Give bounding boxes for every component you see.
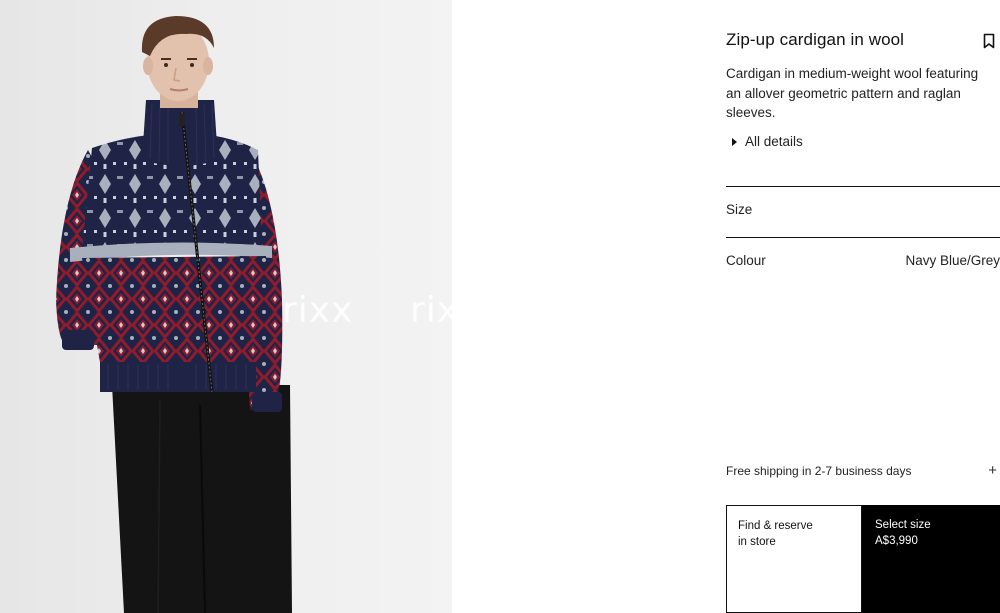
colour-value: Navy Blue/Grey [905,253,1000,268]
product-details-panel: Zip-up cardigan in wool Cardigan in medi… [726,0,1000,613]
caret-right-icon [732,137,737,146]
find-reserve-label: Find & reserve [738,520,813,532]
select-size-button[interactable]: Select size A$3,990 [862,505,1000,613]
size-selector[interactable]: Size [726,202,752,217]
find-reserve-label-2: in store [738,536,776,548]
colour-label: Colour [726,253,766,268]
purchase-actions: Find & reserve in store Select size A$3,… [726,505,1000,613]
watermark-text: rixx [282,290,354,331]
product-image[interactable]: rixx rix [0,0,452,613]
plus-icon: + [988,462,997,479]
watermark-text: rix [410,290,452,331]
all-details-toggle[interactable]: All details [732,134,803,149]
size-label: Size [726,202,753,217]
divider [726,237,1000,238]
divider [726,186,1000,187]
product-title: Zip-up cardigan in wool [726,30,905,49]
bookmark-icon[interactable] [982,33,996,49]
shipping-label: Free shipping in 2-7 business days [726,464,912,478]
model-illustration [56,16,292,613]
select-size-label: Select size [875,519,931,531]
find-reserve-button[interactable]: Find & reserve in store [726,505,862,613]
colour-row: Colour Navy Blue/Grey [726,253,1000,268]
product-description: Cardigan in medium-weight wool featuring… [726,66,979,120]
all-details-label: All details [745,134,803,149]
shipping-info-toggle[interactable]: Free shipping in 2-7 business days + [726,462,1000,479]
price-label: A$3,990 [875,535,918,547]
